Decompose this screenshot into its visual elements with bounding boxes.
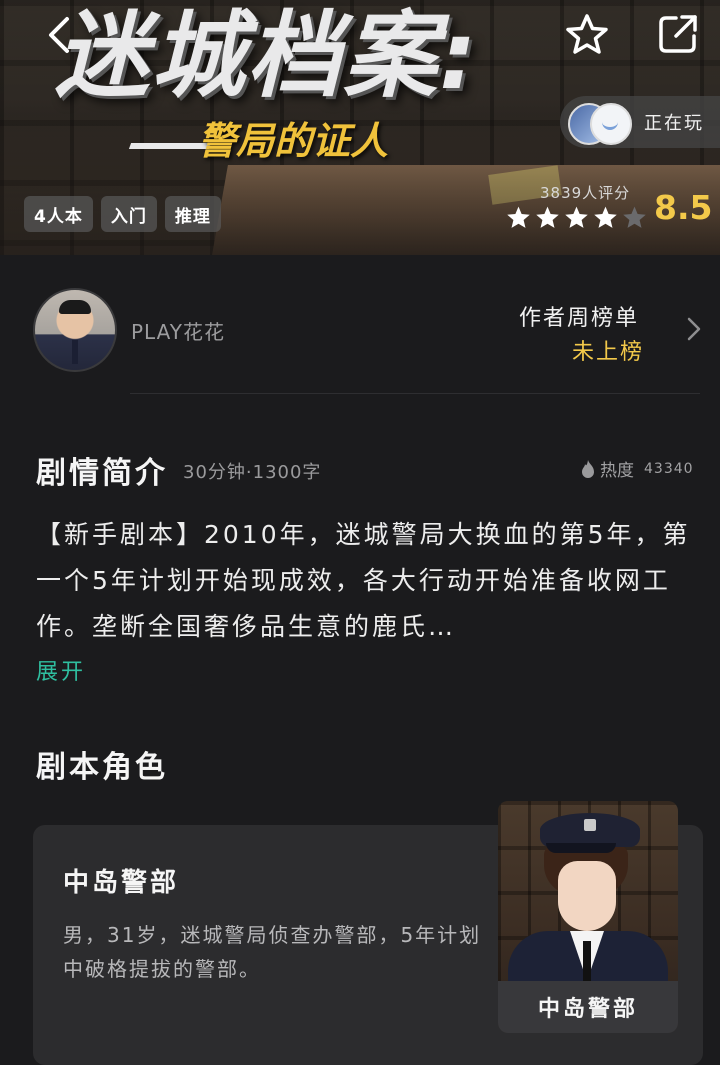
now-playing-label: 正在玩 <box>644 113 704 134</box>
heat-indicator: 热度 43340 <box>580 456 694 481</box>
rating-score: 8.5 <box>654 188 713 227</box>
heat-label: 热度 <box>600 461 634 481</box>
divider <box>130 393 700 394</box>
rating-count: 3839人评分 <box>540 184 631 202</box>
player-avatars <box>560 96 640 148</box>
synopsis-text: 【新手剧本】2010年，迷城警局大换血的第5年，第一个5年计划开始现成效，各大行… <box>36 520 691 641</box>
share-button[interactable] <box>656 12 700 56</box>
author-name[interactable]: PLAY花花 <box>131 316 225 345</box>
favorite-button[interactable] <box>565 12 609 56</box>
author-rank-value: 未上榜 <box>572 340 645 365</box>
cover-subtitle: 警局的证人 <box>198 119 389 163</box>
tag-player-count: 4人本 <box>24 196 93 232</box>
now-playing-button[interactable]: 正在玩 <box>560 96 720 148</box>
star-filled-icon <box>594 206 617 228</box>
star-filled-icon <box>536 206 559 228</box>
rating-stars <box>506 205 647 230</box>
rank-chevron-button[interactable] <box>683 316 705 342</box>
star-filled-icon <box>507 206 530 228</box>
expand-link[interactable]: 展开 <box>36 654 86 686</box>
share-external-icon <box>659 15 697 53</box>
star-outline-icon <box>566 14 608 54</box>
flame-icon <box>582 459 594 478</box>
chevron-left-icon <box>49 17 69 53</box>
role-portrait-label: 中岛警部 <box>498 981 678 1033</box>
tag-genre: 推理 <box>164 196 221 232</box>
star-filled-icon <box>565 206 588 228</box>
author-rank-title[interactable]: 作者周榜单 <box>519 300 639 332</box>
synopsis-meta: 30分钟·1300字 <box>183 462 322 483</box>
cover-title: 迷城档案: <box>55 2 479 111</box>
author-avatar[interactable] <box>33 288 117 372</box>
synopsis-title: 剧情简介 <box>36 456 168 491</box>
roles-title: 剧本角色 <box>36 750 168 785</box>
role-description: 男，31岁，迷城警局侦查办警部，5年计划中破格提拔的警部。 <box>63 923 482 981</box>
chevron-right-icon <box>687 317 701 341</box>
role-portrait[interactable]: 中岛警部 <box>498 801 678 1033</box>
role-name: 中岛警部 <box>63 868 180 898</box>
avatar <box>590 103 632 145</box>
tag-difficulty: 入门 <box>100 196 157 232</box>
star-empty-icon <box>623 206 646 228</box>
back-button[interactable] <box>38 12 78 58</box>
heat-value: 43340 <box>644 460 694 477</box>
tag-list: 4人本 入门 推理 <box>24 196 221 232</box>
